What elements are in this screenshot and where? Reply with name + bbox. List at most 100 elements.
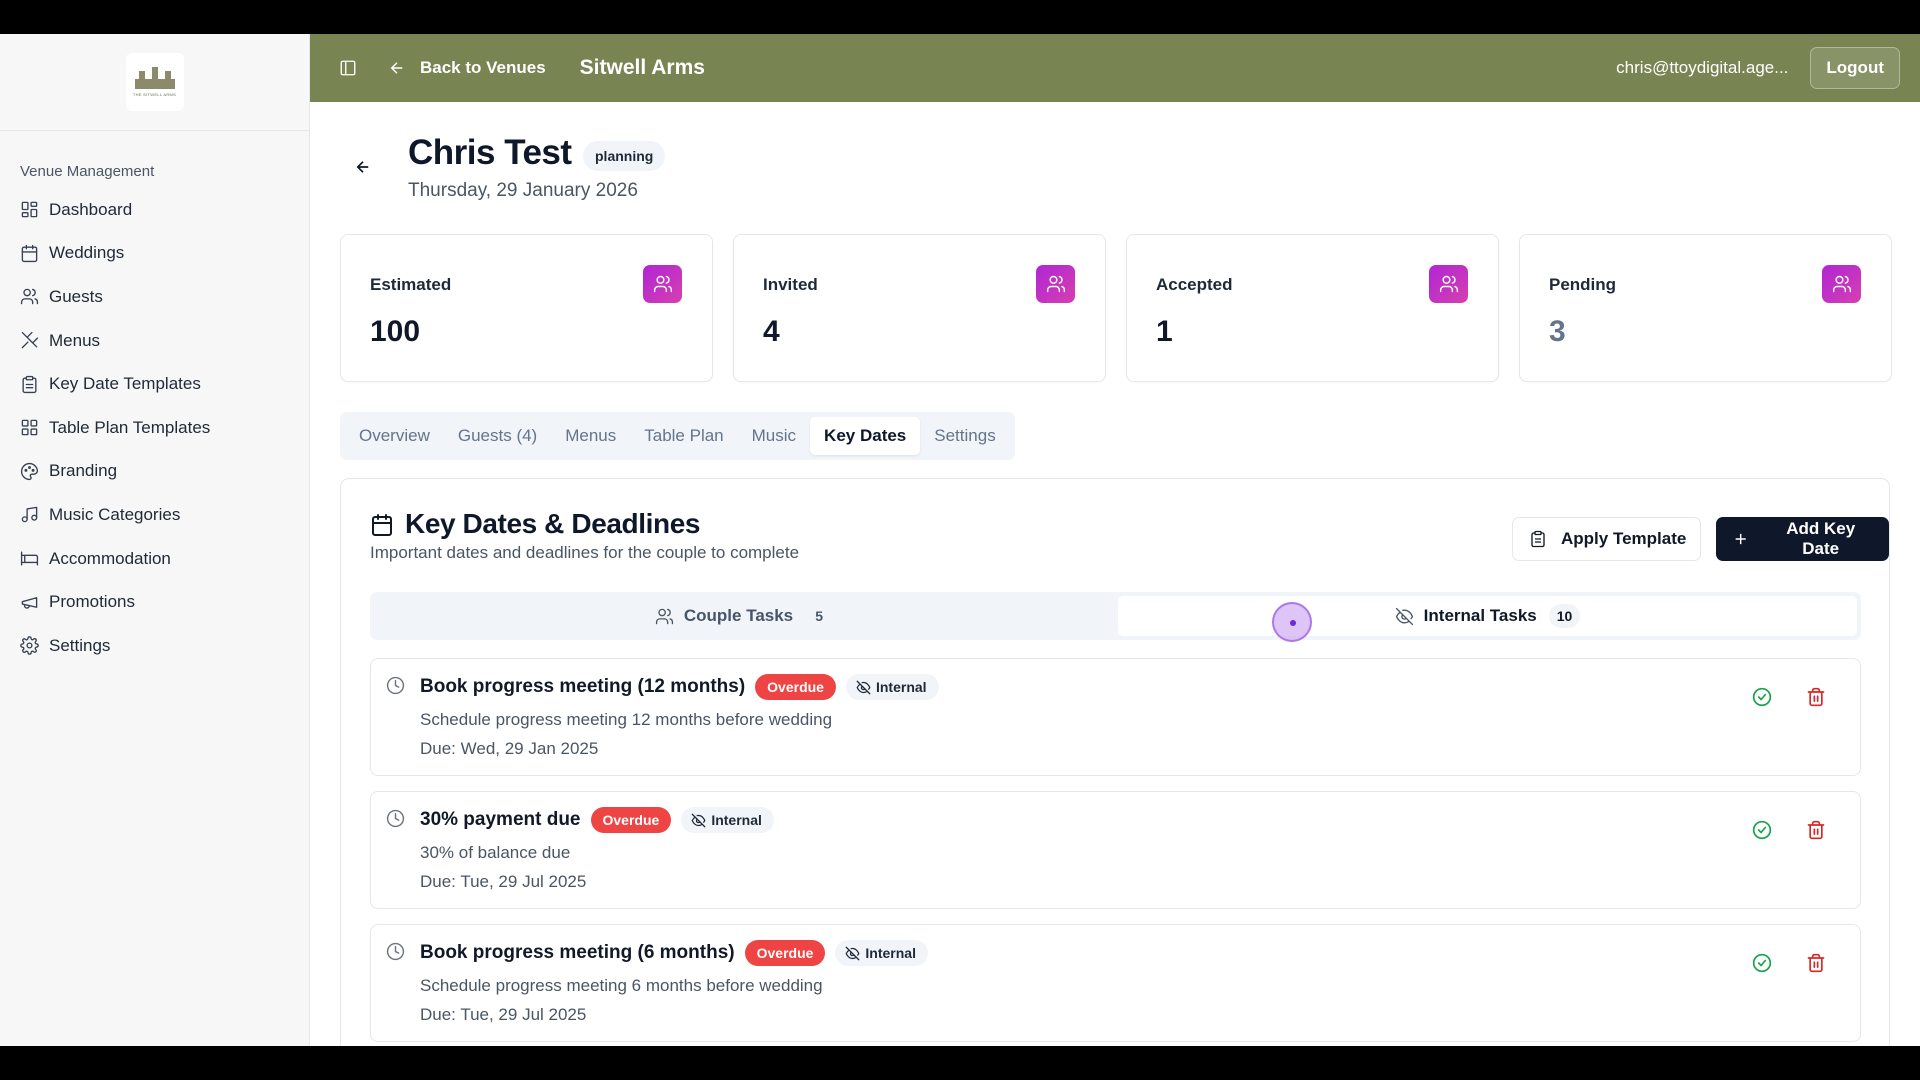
add-key-date-button[interactable]: Add Key Date [1716,517,1889,561]
clock-icon [386,809,406,829]
clipboard-icon [22,375,37,393]
users-icon [20,289,39,305]
tab-music[interactable]: Music [738,417,810,455]
sidebar-item-table-plan-templates[interactable]: Table Plan Templates [0,406,309,450]
key-dates-subtitle: Important dates and deadlines for the co… [370,543,800,562]
eye-off-icon [845,946,860,960]
sidebar-item-dashboard[interactable]: Dashboard [0,188,309,232]
stat-label: Pending [1549,275,1617,294]
mark-complete-button[interactable] [1752,820,1774,842]
sidebar-item-label: Key Date Templates [49,374,201,394]
sidebar-item-guests[interactable]: Guests [0,275,309,319]
task-item: 30% payment due Overdue Internal 30% of … [370,791,1861,909]
music-icon [21,507,38,523]
grid-icon [21,419,38,436]
clock-icon [386,676,406,696]
plus-icon [1735,533,1746,545]
delete-button[interactable] [1806,687,1828,709]
clipboard-icon [1531,530,1545,548]
sidebar-item-settings[interactable]: Settings [0,624,309,668]
delete-button[interactable] [1806,953,1828,975]
users-icon [1429,265,1468,303]
back-to-venues-link[interactable]: Back to Venues [388,58,546,78]
sidebar-item-music-categories[interactable]: Music Categories [0,493,309,537]
sidebar-item-label: Menus [49,330,101,350]
sidebar-toggle-button[interactable] [338,58,358,78]
sidebar-item-label: Dashboard [49,199,133,219]
sidebar-nav: Dashboard Weddings Guests Menus Key Date… [0,188,309,668]
megaphone-icon [21,596,38,609]
users-icon [655,608,673,624]
utensils-icon [21,331,39,349]
internal-tasks-count: 10 [1548,604,1581,628]
clock-icon [386,942,406,962]
calendar-icon [21,244,38,262]
task-title: 30% payment due [420,809,581,830]
main-content: Chris Test planning Thursday, 29 January… [310,102,1920,1046]
tab-overview[interactable]: Overview [345,417,444,455]
logout-button[interactable]: Logout [1810,47,1900,89]
couple-tasks-tab[interactable]: Couple Tasks 5 [374,596,1114,636]
trash-icon [1807,953,1825,973]
internal-badge-label: Internal [865,945,916,961]
task-due-date: Due: Wed, 29 Jan 2025 [420,739,599,758]
logo-container: THE SITWELL ARMS [0,34,309,131]
apply-template-button[interactable]: Apply Template [1512,517,1702,561]
palette-icon [20,462,39,480]
sidebar-item-key-date-templates[interactable]: Key Date Templates [0,362,309,406]
task-due-date: Due: Tue, 29 Jul 2025 [420,872,587,891]
users-icon [1036,265,1075,303]
task-description: Schedule progress meeting 12 months befo… [420,710,833,729]
tab-table-plan[interactable]: Table Plan [630,417,737,455]
sidebar-item-label: Music Categories [49,504,181,524]
mark-complete-button[interactable] [1752,953,1774,975]
stat-label: Accepted [1156,275,1233,294]
task-description: Schedule progress meeting 6 months befor… [420,976,823,995]
mark-complete-button[interactable] [1752,687,1774,709]
tab-guests[interactable]: Guests (4) [444,417,551,455]
stat-value: 100 [370,315,421,348]
stat-card-estimated: Estimated 100 [340,234,713,382]
venue-logo[interactable]: THE SITWELL ARMS [125,53,184,111]
sidebar-item-branding[interactable]: Branding [0,450,309,494]
task-description: 30% of balance due [420,843,571,862]
check-circle-icon [1752,687,1772,707]
users-icon [1822,265,1861,303]
task-title: Book progress meeting (6 months) [420,942,735,963]
top-header: Back to Venues Sitwell Arms chris@ttoydi… [310,34,1920,102]
sidebar-item-label: Accommodation [49,548,171,568]
sidebar-item-accommodation[interactable]: Accommodation [0,537,309,581]
stat-card-accepted: Accepted 1 [1126,234,1499,382]
eye-off-icon [856,680,871,694]
tab-menus[interactable]: Menus [551,417,630,455]
add-key-date-label: Add Key Date [1786,519,1856,558]
user-email: chris@ttoydigital.age... [1616,58,1789,77]
task-due-date: Due: Tue, 29 Jul 2025 [420,1005,587,1024]
tab-settings[interactable]: Settings [920,417,1009,455]
delete-button[interactable] [1806,820,1828,842]
sidebar-item-menus[interactable]: Menus [0,319,309,363]
wedding-date: Thursday, 29 January 2026 [408,180,638,201]
grid-icon [21,201,38,218]
task-title-row: 30% payment due Overdue Internal [420,807,774,833]
stat-value: 1 [1156,315,1173,348]
internal-badge: Internal [835,940,928,966]
panel-left-icon [340,60,356,76]
sidebar-item-weddings[interactable]: Weddings [0,232,309,276]
arrow-left-icon [356,161,369,173]
building-logo-icon [133,67,177,89]
eye-off-icon [691,813,706,827]
sidebar-item-promotions[interactable]: Promotions [0,580,309,624]
gear-icon [20,636,39,656]
internal-badge-label: Internal [875,679,927,695]
tab-key-dates[interactable]: Key Dates [810,417,921,455]
couple-tasks-label: Couple Tasks [683,606,794,625]
internal-badge-label: Internal [711,812,762,828]
back-to-venues-label: Back to Venues [420,58,546,77]
back-button[interactable] [354,158,374,178]
task-title: Book progress meeting (12 months) [420,676,746,697]
stat-value: 3 [1549,315,1566,348]
stat-label: Invited [763,275,818,294]
stat-card-invited: Invited 4 [733,234,1106,382]
internal-tasks-tab[interactable]: Internal Tasks 10 [1118,596,1857,636]
